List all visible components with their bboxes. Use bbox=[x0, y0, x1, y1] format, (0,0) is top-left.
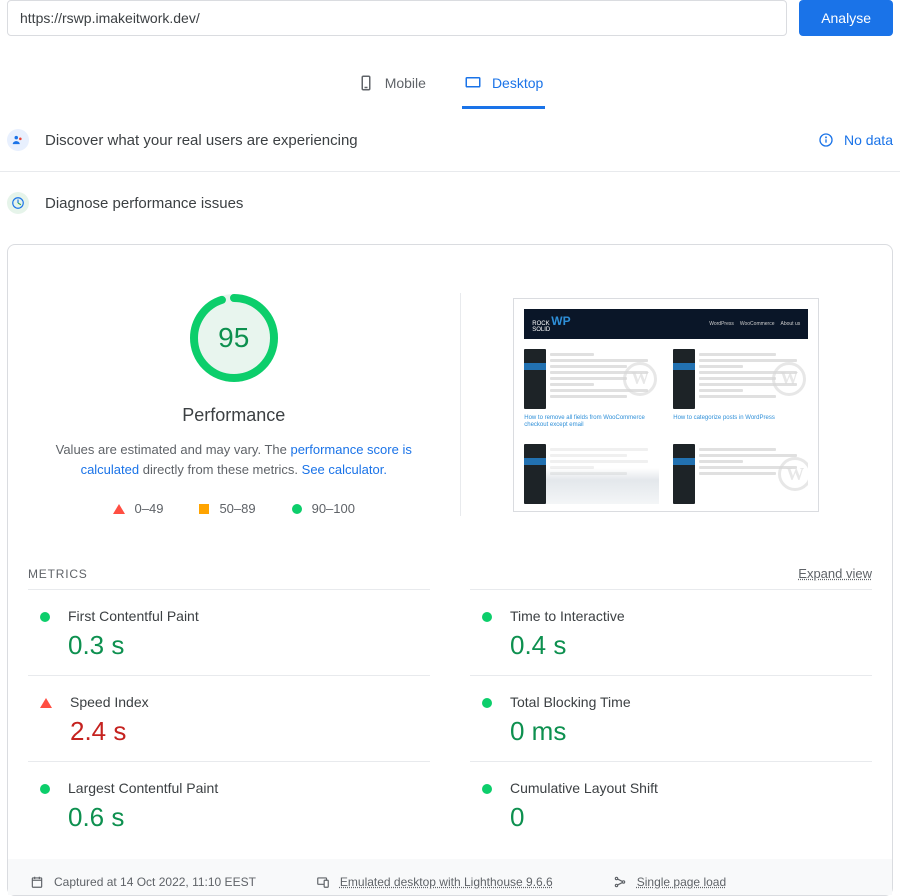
metric-item: First Contentful Paint 0.3 s bbox=[28, 589, 430, 675]
calendar-icon bbox=[30, 875, 44, 889]
mobile-icon bbox=[357, 74, 375, 92]
metrics-heading: METRICS bbox=[28, 567, 88, 581]
triangle-icon bbox=[113, 504, 125, 514]
single-page-text: Single page load bbox=[637, 875, 726, 889]
report-footer: Captured at 14 Oct 2022, 11:10 EEST Emul… bbox=[8, 859, 892, 895]
metric-name: Largest Contentful Paint bbox=[68, 780, 430, 796]
expand-view-link[interactable]: Expand view bbox=[798, 566, 872, 581]
users-icon bbox=[7, 129, 29, 151]
desktop-icon bbox=[464, 74, 482, 92]
metric-value: 0.6 s bbox=[68, 802, 430, 833]
metric-name: Time to Interactive bbox=[510, 608, 872, 624]
diagnose-title: Diagnose performance issues bbox=[45, 195, 243, 212]
metric-name: First Contentful Paint bbox=[68, 608, 430, 624]
triangle-icon bbox=[40, 698, 52, 708]
device-icon bbox=[316, 875, 330, 889]
tab-mobile-label: Mobile bbox=[385, 75, 426, 91]
circle-icon bbox=[482, 784, 492, 794]
circle-icon bbox=[482, 612, 492, 622]
analyse-button[interactable]: Analyse bbox=[799, 0, 893, 36]
tab-mobile[interactable]: Mobile bbox=[355, 60, 428, 109]
circle-icon bbox=[40, 612, 50, 622]
tab-desktop-label: Desktop bbox=[492, 75, 543, 91]
circle-icon bbox=[482, 698, 492, 708]
performance-score: 95 bbox=[189, 293, 279, 383]
metric-value: 2.4 s bbox=[70, 716, 430, 747]
page-screenshot: ROCK SOLID WP WordPressWooCommerceAbout … bbox=[513, 298, 819, 512]
see-calculator-link[interactable]: See calculator. bbox=[302, 462, 387, 477]
performance-label: Performance bbox=[182, 405, 285, 426]
metric-item: Cumulative Layout Shift 0 bbox=[470, 761, 872, 847]
captured-date: Captured at 14 Oct 2022, 11:10 EEST bbox=[54, 875, 256, 889]
metric-name: Speed Index bbox=[70, 694, 430, 710]
url-input[interactable] bbox=[7, 0, 787, 36]
network-icon bbox=[613, 875, 627, 889]
tab-desktop[interactable]: Desktop bbox=[462, 60, 545, 109]
metric-value: 0 ms bbox=[510, 716, 872, 747]
circle-icon bbox=[292, 504, 302, 514]
performance-gauge: 95 bbox=[189, 293, 279, 383]
no-data-label: No data bbox=[844, 132, 893, 148]
metric-item: Largest Contentful Paint 0.6 s bbox=[28, 761, 430, 847]
metric-name: Cumulative Layout Shift bbox=[510, 780, 872, 796]
info-icon bbox=[818, 132, 834, 148]
metric-item: Total Blocking Time 0 ms bbox=[470, 675, 872, 761]
diagnose-icon bbox=[7, 192, 29, 214]
emulated-text: Emulated desktop with Lighthouse 9.6.6 bbox=[340, 875, 553, 889]
circle-icon bbox=[40, 784, 50, 794]
performance-card: 95 Performance Values are estimated and … bbox=[7, 244, 893, 896]
metric-name: Total Blocking Time bbox=[510, 694, 872, 710]
metric-value: 0 bbox=[510, 802, 872, 833]
metric-value: 0.3 s bbox=[68, 630, 430, 661]
performance-note: Values are estimated and may vary. The p… bbox=[44, 440, 424, 479]
discover-title: Discover what your real users are experi… bbox=[45, 132, 358, 149]
metric-value: 0.4 s bbox=[510, 630, 872, 661]
metric-item: Speed Index 2.4 s bbox=[28, 675, 430, 761]
square-icon bbox=[199, 504, 209, 514]
metric-item: Time to Interactive 0.4 s bbox=[470, 589, 872, 675]
no-data-link[interactable]: No data bbox=[818, 132, 893, 148]
score-legend: 0–49 50–89 90–100 bbox=[113, 501, 355, 516]
